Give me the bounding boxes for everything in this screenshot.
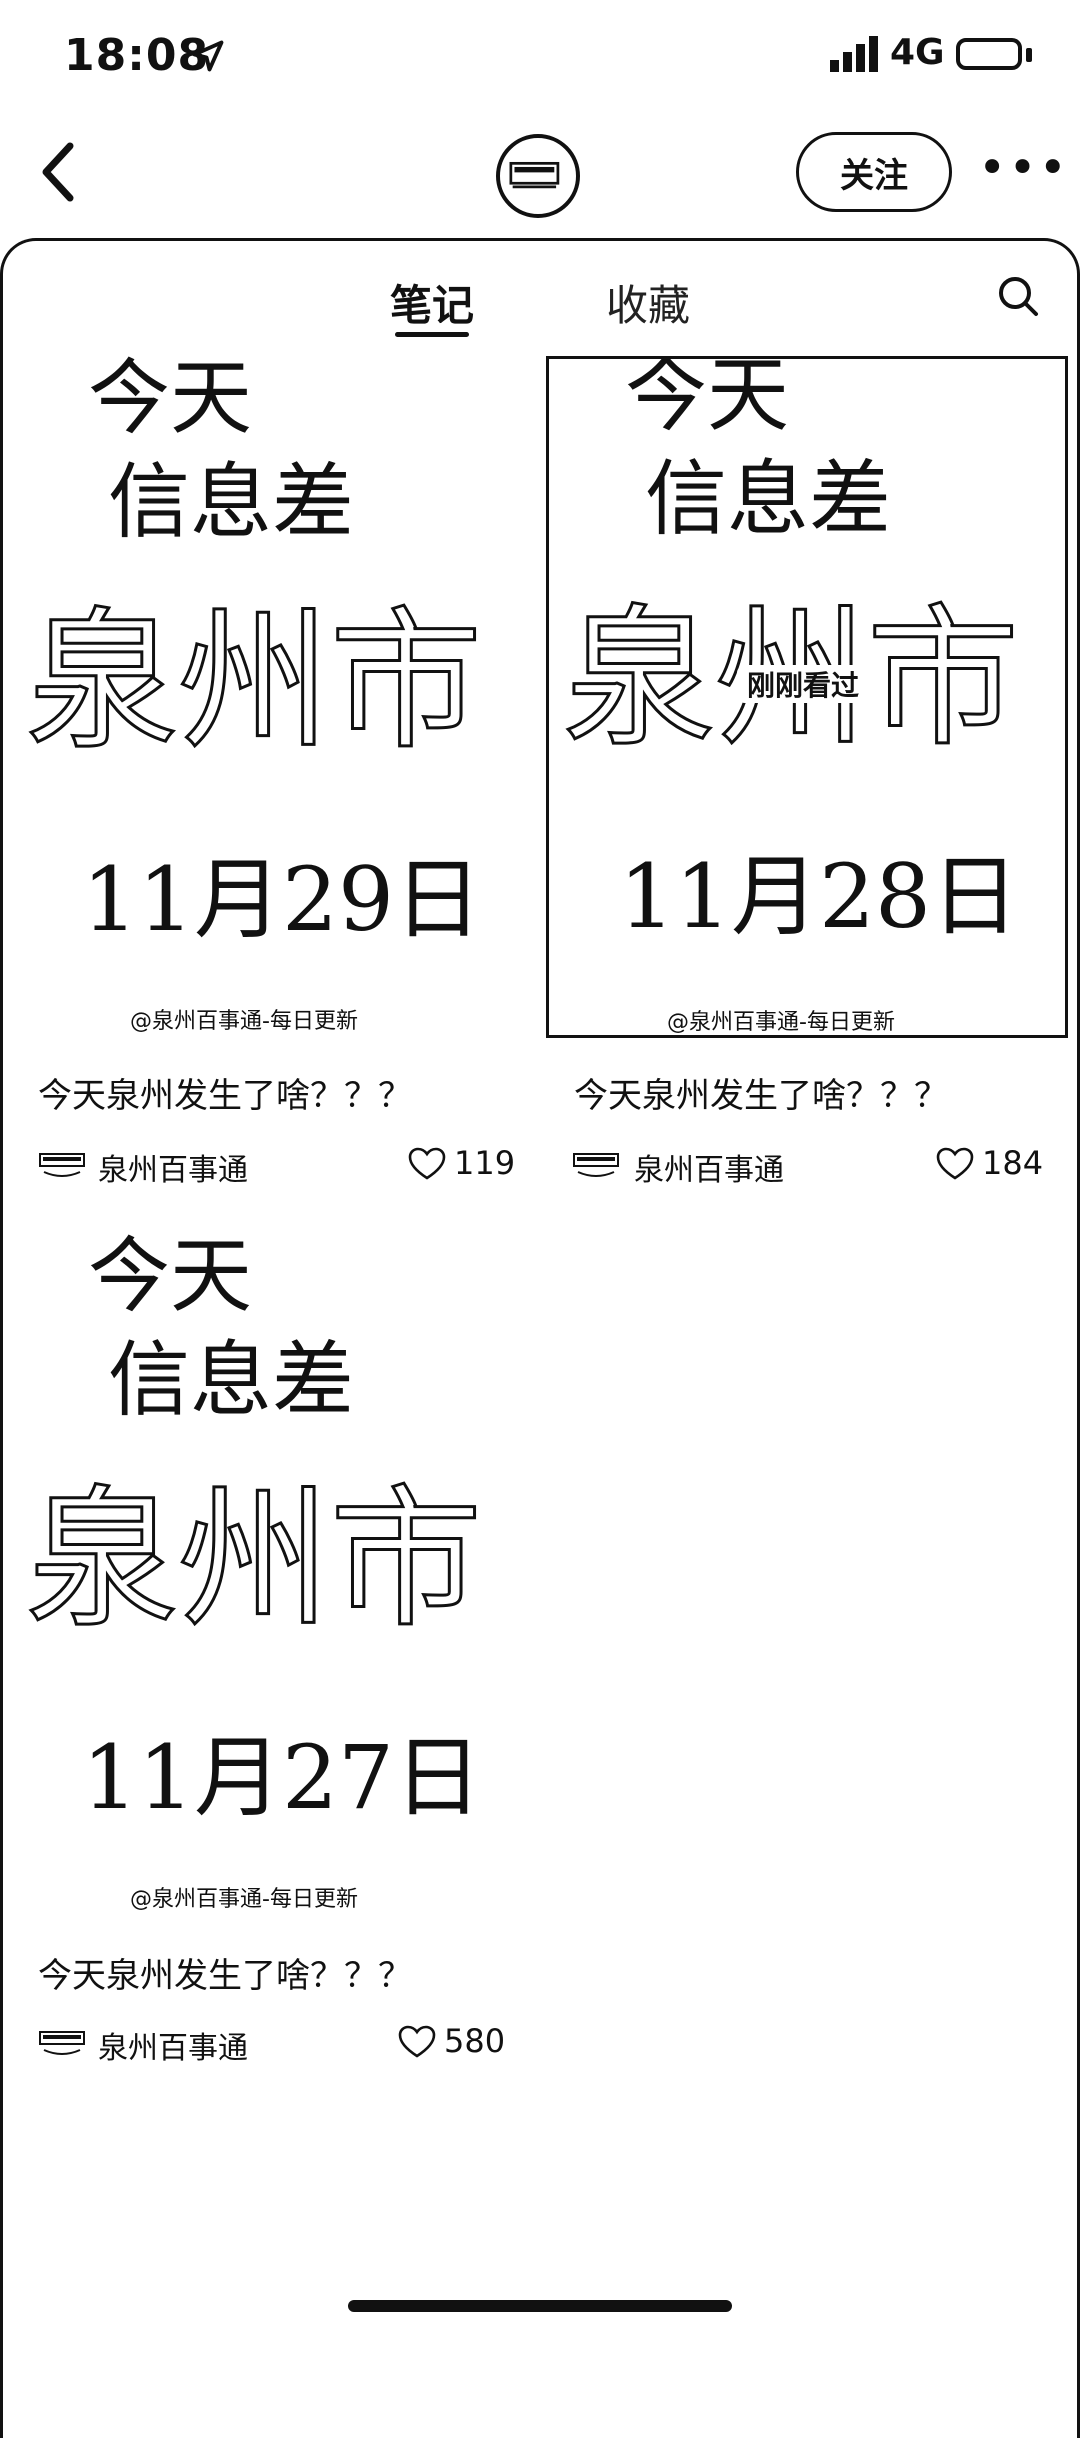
follow-button[interactable]: 关注 xyxy=(796,132,952,212)
back-chevron-icon[interactable] xyxy=(36,140,80,204)
cover-city: 泉州市 xyxy=(26,1471,482,1648)
note-title[interactable]: 今天泉州发生了啥？？？ xyxy=(38,1068,412,1117)
search-icon[interactable] xyxy=(996,274,1040,318)
battery-icon xyxy=(956,38,1022,70)
note-author[interactable]: 泉州百事通 xyxy=(98,1145,248,1189)
note-author[interactable]: 泉州百事通 xyxy=(634,1145,784,1189)
tab-notes[interactable]: 笔记 xyxy=(390,272,474,333)
note-cover-art: 今天 信息差 泉州市 11月29日 @泉州百事通-每日更新 xyxy=(25,356,484,1034)
cover-watermark: @泉州百事通-每日更新 xyxy=(667,1010,895,1035)
network-type: 4G xyxy=(890,32,945,73)
cover-watermark: @泉州百事通-每日更新 xyxy=(130,1009,358,1034)
cover-line1: 今天 xyxy=(88,356,252,446)
cover-date: 11月27日 xyxy=(82,1726,482,1829)
heart-icon[interactable] xyxy=(936,1147,974,1181)
note-cover[interactable]: 今天 信息差 泉州市 刚刚看过 11月28日 @泉州百事通-每日更新 xyxy=(546,356,1068,1038)
signal-icon xyxy=(830,36,878,72)
cover-watermark: @泉州百事通-每日更新 xyxy=(130,1887,358,1912)
cover-city: 泉州市 xyxy=(26,593,482,770)
battery-nub xyxy=(1026,48,1032,62)
note-cover[interactable]: 今天 信息差 泉州市 11月29日 @泉州百事通-每日更新 xyxy=(18,356,522,1046)
status-time: 18:08 xyxy=(64,30,210,81)
cover-line2: 信息差 xyxy=(108,455,354,550)
note-title[interactable]: 今天泉州发生了啥？？？ xyxy=(38,1948,412,1997)
profile-avatar[interactable] xyxy=(496,134,580,218)
avatar-icon xyxy=(509,161,560,189)
active-tab-indicator xyxy=(395,332,469,337)
cover-line1: 今天 xyxy=(625,359,789,443)
cover-date: 11月28日 xyxy=(619,845,1019,948)
like-count: 580 xyxy=(444,2022,506,2060)
note-author[interactable]: 泉州百事通 xyxy=(98,2023,248,2067)
note-cover-art: 今天 信息差 泉州市 11月27日 @泉州百事通-每日更新 xyxy=(25,1234,484,1912)
cover-line2: 信息差 xyxy=(645,452,891,547)
author-avatar-icon xyxy=(39,1153,85,1177)
more-options-icon[interactable]: ••• xyxy=(978,144,1069,192)
location-arrow-icon xyxy=(192,40,224,72)
tab-collections[interactable]: 收藏 xyxy=(606,272,690,333)
author-avatar-icon xyxy=(39,2031,85,2055)
author-avatar-icon xyxy=(573,1153,619,1177)
note-cover[interactable]: 今天 信息差 泉州市 11月27日 @泉州百事通-每日更新 xyxy=(18,1234,522,1924)
cover-line2: 信息差 xyxy=(108,1333,354,1428)
heart-icon[interactable] xyxy=(408,1147,446,1181)
cover-line1: 今天 xyxy=(88,1234,252,1324)
note-cover-art: 今天 信息差 泉州市 刚刚看过 11月28日 @泉州百事通-每日更新 xyxy=(562,359,1021,1035)
home-indicator[interactable] xyxy=(348,2300,732,2312)
heart-icon[interactable] xyxy=(398,2025,436,2059)
like-count: 184 xyxy=(982,1144,1044,1182)
like-count: 119 xyxy=(454,1144,516,1182)
recently-viewed-badge: 刚刚看过 xyxy=(747,669,859,702)
cover-date: 11月29日 xyxy=(82,848,482,951)
note-title[interactable]: 今天泉州发生了啥？？？ xyxy=(574,1068,948,1117)
